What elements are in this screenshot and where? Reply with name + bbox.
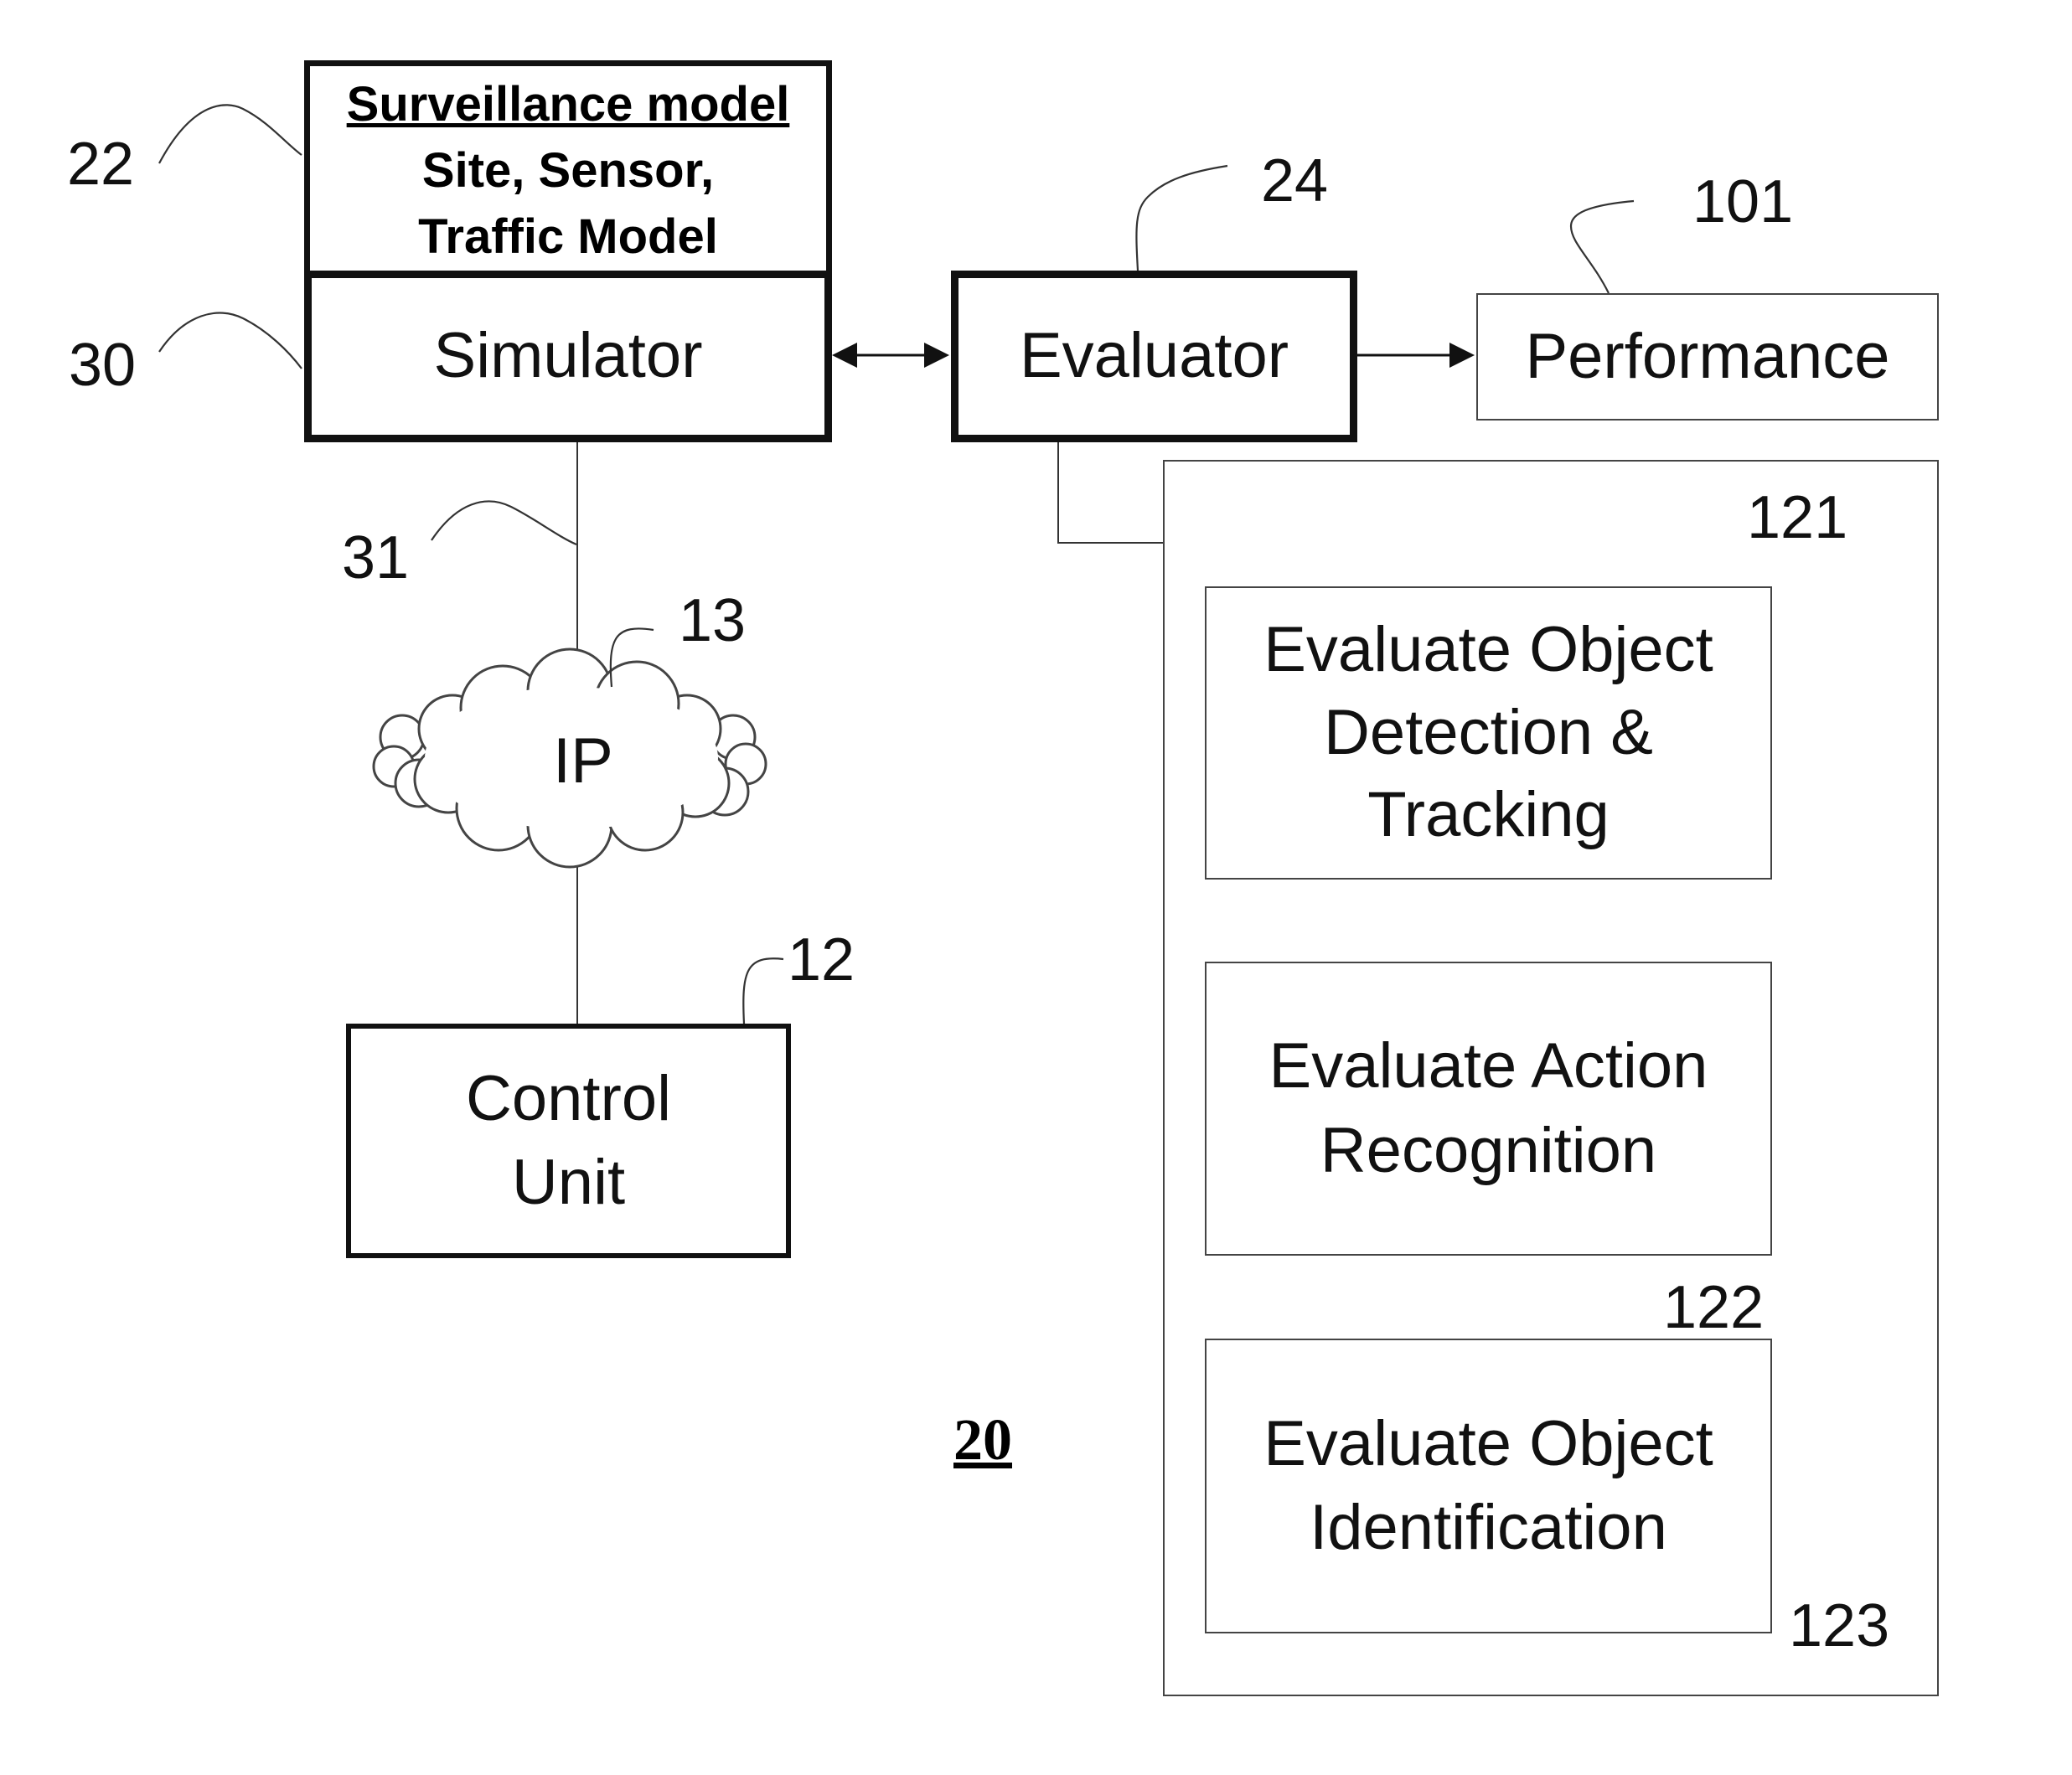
control-unit-line-1: Control: [466, 1062, 671, 1134]
evaluate-action-recognition-box[interactable]: Evaluate Action Recognition: [1205, 962, 1772, 1256]
leader-24: [1135, 164, 1228, 271]
control-unit-line-2: Unit: [511, 1147, 626, 1218]
eval-123-line-2: Identification: [1310, 1492, 1667, 1563]
ref-121: 121: [1747, 484, 1848, 551]
ref-24: 24: [1261, 147, 1329, 214]
simulator-box[interactable]: Simulator: [304, 271, 832, 442]
performance-box[interactable]: Performance: [1476, 293, 1939, 421]
ref-31: 31: [342, 524, 410, 591]
leader-31: [431, 500, 577, 546]
evaluate-action-recognition-label: Evaluate Action Recognition: [1269, 1024, 1708, 1193]
evaluate-detection-tracking-box[interactable]: Evaluate Object Detection & Tracking: [1205, 586, 1772, 880]
surveillance-model-line-1: Site, Sensor,: [421, 142, 715, 198]
ref-123: 123: [1789, 1592, 1890, 1659]
eval-122-line-2: Recognition: [1320, 1114, 1657, 1186]
eval-121-line-3: Tracking: [1367, 779, 1610, 851]
leader-30: [158, 312, 302, 369]
surveillance-model-body: Site, Sensor, Traffic Model: [418, 138, 718, 271]
evaluate-detection-tracking-label: Evaluate Object Detection & Tracking: [1263, 609, 1713, 857]
evaluate-object-identification-box[interactable]: Evaluate Object Identification: [1205, 1339, 1772, 1633]
surveillance-model-title: Surveillance model: [346, 77, 790, 132]
ip-cloud-label: IP: [553, 725, 613, 797]
ref-22: 22: [67, 131, 135, 198]
eval-121-line-1: Evaluate Object: [1263, 613, 1713, 685]
ref-101: 101: [1692, 168, 1794, 235]
control-unit-box[interactable]: Control Unit: [346, 1024, 791, 1258]
ref-122: 122: [1663, 1274, 1765, 1341]
leader-101: [1569, 199, 1635, 294]
simulator-label: Simulator: [433, 320, 703, 392]
leader-12: [742, 957, 784, 1024]
eval-121-line-2: Detection &: [1324, 696, 1653, 768]
leader-22: [158, 104, 302, 164]
ref-13: 13: [679, 587, 747, 654]
performance-label: Performance: [1525, 320, 1890, 392]
ref-12: 12: [788, 926, 855, 993]
control-unit-label: Control Unit: [466, 1057, 671, 1225]
surveillance-model-line-2: Traffic Model: [418, 209, 718, 264]
ref-30: 30: [69, 332, 137, 399]
figure-label: 20: [953, 1408, 1012, 1473]
eval-123-line-1: Evaluate Object: [1263, 1407, 1713, 1479]
evaluator-box[interactable]: Evaluator: [951, 271, 1357, 442]
surveillance-model-box[interactable]: Surveillance model Site, Sensor, Traffic…: [304, 60, 832, 276]
evaluator-group-connector: [1057, 441, 1163, 544]
evaluator-label: Evaluator: [1019, 320, 1289, 392]
evaluate-object-identification-label: Evaluate Object Identification: [1263, 1402, 1713, 1571]
eval-122-line-1: Evaluate Action: [1269, 1030, 1708, 1102]
